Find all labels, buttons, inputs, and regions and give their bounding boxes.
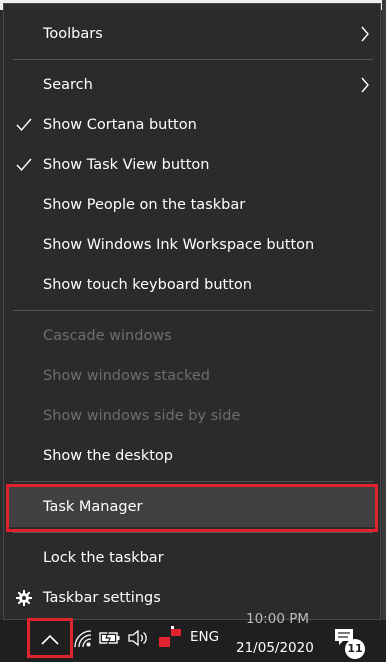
menu-item-search[interactable]: Search xyxy=(4,65,380,105)
menu-item-taskbar-settings[interactable]: Taskbar settings xyxy=(4,578,380,618)
notification-center-button[interactable]: 11 xyxy=(330,622,370,660)
checkmark-icon xyxy=(16,118,32,132)
battery-icon[interactable] xyxy=(99,630,121,646)
volume-icon[interactable] xyxy=(127,629,149,647)
menu-item-label: Taskbar settings xyxy=(43,590,161,606)
gear-icon xyxy=(16,590,32,606)
menu-item-show-windows-ink[interactable]: Show Windows Ink Workspace button xyxy=(4,225,380,265)
menu-item-label: Lock the taskbar xyxy=(43,550,164,566)
background-window-right-edge xyxy=(382,0,386,620)
menu-item-show-the-desktop[interactable]: Show the desktop xyxy=(4,436,380,476)
menu-item-label: Task Manager xyxy=(43,499,143,515)
taskbar: ENG 10:00 PM 21/05/2020 11 xyxy=(0,611,386,662)
chevron-up-icon xyxy=(41,634,59,645)
menu-separator xyxy=(13,59,373,60)
menu-item-task-manager[interactable]: Task Manager xyxy=(9,487,375,527)
menu-item-show-task-view-button[interactable]: Show Task View button xyxy=(4,145,380,185)
taskbar-context-menu: Toolbars Search Show Cortana button Show… xyxy=(3,3,381,620)
show-hidden-icons-button[interactable] xyxy=(32,623,68,659)
menu-item-show-cortana-button[interactable]: Show Cortana button xyxy=(4,105,380,145)
chevron-right-icon xyxy=(361,26,369,42)
menu-separator xyxy=(13,481,373,482)
menu-item-label: Show Windows Ink Workspace button xyxy=(43,237,315,253)
menu-item-label: Cascade windows xyxy=(43,328,172,344)
checkmark-icon xyxy=(16,158,32,172)
menu-item-toolbars[interactable]: Toolbars xyxy=(4,14,380,54)
menu-separator xyxy=(13,532,373,533)
menu-item-label: Toolbars xyxy=(43,26,103,42)
menu-item-show-windows-side-by-side: Show windows side by side xyxy=(4,396,380,436)
menu-item-lock-the-taskbar[interactable]: Lock the taskbar xyxy=(4,538,380,578)
menu-item-label: Show Cortana button xyxy=(43,117,197,133)
wifi-icon[interactable] xyxy=(74,630,92,648)
menu-separator xyxy=(13,310,373,311)
menu-item-label: Search xyxy=(43,77,93,93)
red-flag-icon[interactable] xyxy=(157,625,183,649)
chevron-right-icon xyxy=(361,77,369,93)
menu-item-cascade-windows: Cascade windows xyxy=(4,316,380,356)
menu-item-label: Show windows side by side xyxy=(43,408,241,424)
menu-item-label: Show Task View button xyxy=(43,157,210,173)
menu-item-show-windows-stacked: Show windows stacked xyxy=(4,356,380,396)
notification-count-badge: 11 xyxy=(345,639,365,659)
menu-item-show-people[interactable]: Show People on the taskbar xyxy=(4,185,380,225)
menu-item-label: Show the desktop xyxy=(43,448,173,464)
clock-date[interactable]: 21/05/2020 xyxy=(236,640,314,656)
menu-item-label: Show touch keyboard button xyxy=(43,277,252,293)
menu-item-label: Show windows stacked xyxy=(43,368,211,384)
menu-item-label: Show People on the taskbar xyxy=(43,197,246,213)
language-indicator[interactable]: ENG xyxy=(190,629,219,645)
clock-time[interactable]: 10:00 PM xyxy=(246,611,309,627)
menu-item-show-touch-keyboard[interactable]: Show touch keyboard button xyxy=(4,265,380,305)
